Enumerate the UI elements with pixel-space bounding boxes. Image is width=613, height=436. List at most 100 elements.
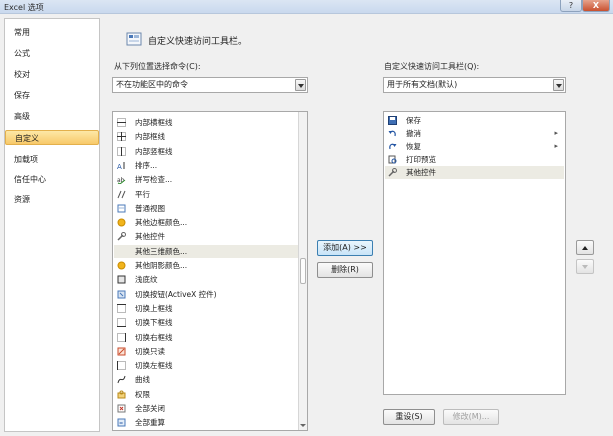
chevron-down-icon[interactable] — [295, 79, 306, 91]
sidebar-item-8[interactable]: 资源 — [5, 192, 99, 207]
toolbar-item-label: 其他控件 — [406, 168, 436, 177]
commands-source-dropdown[interactable]: 不在功能区中的命令 — [112, 77, 308, 93]
command-label: 其他控件 — [135, 232, 165, 242]
toolbar-list-item[interactable]: 其他控件 — [385, 166, 564, 179]
tools-icon — [117, 232, 126, 241]
command-label: 全部关闭 — [135, 404, 165, 413]
close-all-icon — [117, 404, 126, 413]
sidebar-item-1[interactable]: 公式 — [5, 46, 99, 61]
command-list-item[interactable]: 内部框线 — [114, 130, 298, 143]
command-list-item[interactable]: 其他三维颜色... — [114, 244, 298, 258]
move-down-button[interactable] — [576, 259, 594, 274]
submenu-arrow-icon[interactable]: ▸ — [554, 127, 558, 140]
sidebar-item-label: 加载项 — [14, 155, 38, 164]
color-circle-icon — [117, 218, 126, 227]
command-list-item[interactable]: 切换上框线 — [114, 302, 298, 315]
parallel-icon — [117, 190, 126, 198]
arrow-up-icon — [582, 246, 588, 250]
command-list-item[interactable]: 浅底纹 — [114, 273, 298, 286]
command-list-item[interactable]: 切换右框线 — [114, 331, 298, 344]
command-label: 其他阴影颜色... — [135, 261, 188, 270]
toolbar-list-item[interactable]: 打印预览 — [385, 153, 564, 166]
border-inner-icon — [117, 132, 126, 142]
toolbar-commands-list[interactable]: 保存撤消 ▸ 恢复 ▸ 打印预览其他控件 — [383, 111, 566, 395]
toolbar-list-item[interactable]: 撤消 ▸ — [385, 127, 564, 140]
quick-access-toolbar-icon — [126, 32, 142, 46]
add-button[interactable]: 添加(A) >> — [317, 240, 373, 256]
command-list-item[interactable]: 切换只读 — [114, 345, 298, 358]
command-list-item[interactable]: 曲线 — [114, 373, 298, 386]
command-list-item[interactable]: 内部竖框线 — [114, 145, 298, 158]
command-label: 全部重算 — [135, 418, 165, 428]
border-v-icon — [117, 146, 126, 156]
sidebar-item-2[interactable]: 校对 — [5, 67, 99, 82]
close-button[interactable]: X — [582, 0, 610, 12]
command-label: 切换下框线 — [135, 318, 173, 328]
command-list-item[interactable]: 内部横框线 — [114, 116, 298, 129]
toolbar-item-label: 保存 — [406, 116, 421, 125]
scrollbar-thumb[interactable] — [300, 258, 306, 284]
recalc-icon: = — [117, 418, 126, 427]
move-up-button[interactable] — [576, 240, 594, 255]
scroll-down-icon[interactable] — [299, 421, 307, 430]
permission-icon — [117, 390, 126, 399]
sidebar-item-3[interactable]: 保存 — [5, 88, 99, 103]
toolbar-scope-value: 用于所有文档(默认) — [387, 80, 458, 89]
command-list-item[interactable]: 切换按钮(ActiveX 控件) — [114, 288, 298, 301]
toolbar-list-item[interactable]: 恢复 ▸ — [385, 140, 564, 153]
command-label: 内部框线 — [135, 132, 165, 142]
command-label: 排序... — [135, 160, 158, 170]
toolbar-list-item[interactable]: 保存 — [385, 114, 564, 127]
window-title: Excel 选项 — [4, 3, 44, 12]
title-bar: Excel 选项 ? X — [0, 0, 613, 14]
command-list-item[interactable]: 其他边框颜色... — [114, 216, 298, 229]
sidebar-item-label: 公式 — [14, 49, 30, 58]
page-title: 自定义快速访问工具栏。 — [148, 37, 248, 47]
command-list-item[interactable]: 切换左框线 — [114, 359, 298, 372]
command-label: 权限 — [135, 389, 150, 399]
sidebar-item-0[interactable]: 常用 — [5, 25, 99, 40]
command-label: 其他三维颜色... — [135, 246, 188, 256]
command-label: 浅底纹 — [135, 275, 158, 285]
sort-icon: A — [117, 161, 125, 170]
command-list-item[interactable]: 权限 — [114, 388, 298, 401]
command-list-item[interactable]: ab 拼写检查... — [114, 173, 298, 186]
print-preview-icon — [388, 155, 397, 164]
remove-button[interactable]: 删除(R) — [317, 262, 373, 278]
sidebar-item-4[interactable]: 高级 — [5, 109, 99, 124]
command-label: 曲线 — [135, 375, 150, 385]
command-label: 内部横框线 — [135, 118, 173, 127]
command-list-item[interactable]: 切换下框线 — [114, 316, 298, 329]
command-label: 切换左框线 — [135, 361, 173, 371]
sidebar-item-6[interactable]: 加载项 — [5, 152, 99, 167]
command-list-item[interactable]: 全部关闭 — [114, 402, 298, 415]
toolbar-item-label: 撤消 — [406, 129, 421, 138]
modify-button[interactable]: 修改(M)... — [443, 409, 499, 425]
available-commands-list[interactable]: = 全部重算 全部关闭 权限 曲线 切换左框线 切换只读 切换右框线 切换下框线 切换上框线 切换按… — [112, 111, 308, 431]
sidebar-item-7[interactable]: 信任中心 — [5, 172, 99, 187]
command-list-item[interactable]: 普通视图 — [114, 202, 298, 215]
command-list-item[interactable]: = 全部重算 — [114, 416, 298, 429]
command-label: 平行 — [135, 189, 150, 199]
sidebar-item-label: 高级 — [14, 112, 30, 121]
tools-icon — [388, 168, 397, 177]
commands-scrollbar[interactable] — [298, 112, 307, 430]
command-list-item[interactable]: 其他阴影颜色... — [114, 259, 298, 272]
color-circle-icon — [117, 261, 126, 270]
command-list-item[interactable]: A 排序... — [114, 159, 298, 172]
chevron-down-icon[interactable] — [553, 79, 564, 91]
sidebar-item-label: 信任中心 — [14, 175, 46, 184]
command-label: 普通视图 — [135, 203, 165, 213]
spellcheck-icon: ab — [117, 177, 126, 185]
reset-button[interactable]: 重设(S) — [383, 409, 435, 425]
sidebar-item-label: 保存 — [14, 91, 30, 100]
toolbar-scope-dropdown[interactable]: 用于所有文档(默认) — [383, 77, 566, 93]
help-button[interactable]: ? — [560, 0, 582, 12]
command-list-item[interactable]: 其他控件 — [114, 230, 298, 243]
command-list-item[interactable]: 平行 — [114, 188, 298, 201]
submenu-arrow-icon[interactable]: ▸ — [554, 140, 558, 153]
commands-source-label: 从下列位置选择命令(C): — [114, 62, 201, 71]
sidebar-item-label: 常用 — [14, 28, 30, 37]
sidebar-item-5[interactable]: 自定义 — [5, 130, 99, 145]
arrow-down-icon — [582, 265, 588, 269]
